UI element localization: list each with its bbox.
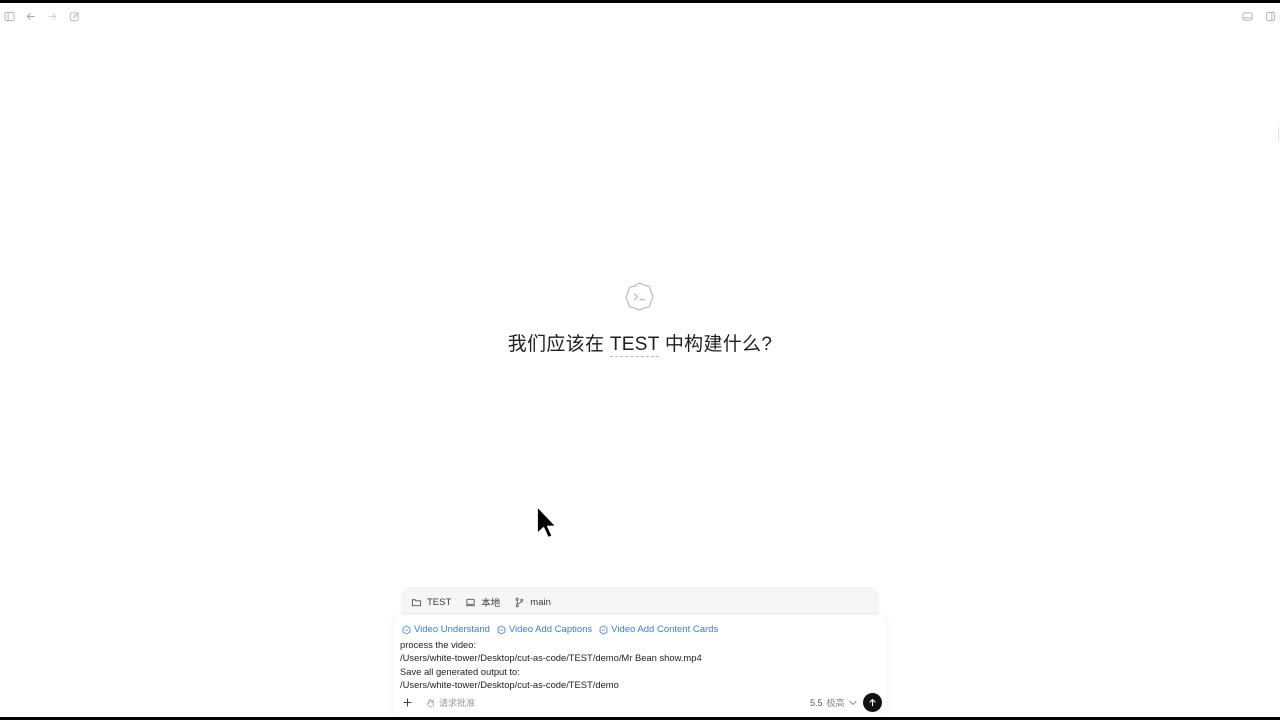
folder-label: TEST — [427, 596, 452, 608]
laptop-icon — [466, 598, 476, 606]
model-selector[interactable]: 5.5 极高 — [810, 696, 857, 709]
branch-label: main — [530, 596, 551, 608]
skills-row: Video Understand Video Add Captions Vide… — [402, 624, 718, 635]
environment-selector[interactable]: 本地 — [465, 595, 500, 609]
layout-icon[interactable] — [1263, 9, 1277, 23]
prompt-input[interactable]: process the video: /Users/white-tower/De… — [400, 638, 870, 692]
new-chat-icon[interactable] — [67, 9, 81, 23]
arrow-up-icon — [869, 698, 876, 707]
model-version: 5.5 — [810, 697, 823, 708]
skill-icon — [599, 624, 608, 635]
context-bar: TEST 本地 main — [401, 587, 879, 617]
prompt-line: /Users/white-tower/Desktop/cut-as-code/T… — [400, 652, 702, 664]
forward-arrow-icon[interactable] — [45, 9, 59, 23]
skill-icon — [402, 624, 411, 635]
chevron-down-icon — [849, 700, 856, 705]
reasoning-effort: 极高 — [826, 698, 845, 708]
plus-icon — [402, 697, 412, 707]
skill-chip[interactable]: Video Add Captions — [497, 624, 592, 635]
prompt-composer[interactable]: Video Understand Video Add Captions Vide… — [393, 615, 887, 717]
back-arrow-icon[interactable] — [23, 9, 37, 23]
skill-label: Video Add Captions — [508, 624, 593, 635]
environment-label: 本地 — [481, 598, 501, 609]
app-window: 我们应该在 TEST 中构建什么? TEST 本地 main Video Und… — [0, 3, 1280, 717]
folder-selector[interactable]: TEST — [411, 597, 451, 608]
prompt-line: Save all generated output to: — [400, 665, 520, 677]
skill-chip[interactable]: Video Add Content Cards — [599, 624, 718, 635]
prompt-line: /Users/white-tower/Desktop/cut-as-code/T… — [400, 679, 619, 691]
skill-label: Video Understand — [414, 624, 490, 635]
title-prefix: 我们应该在 — [507, 334, 610, 355]
panel-icon[interactable] — [1240, 9, 1254, 23]
codex-terminal-icon — [623, 280, 656, 313]
page-title: 我们应该在 TEST 中构建什么? — [0, 329, 1280, 357]
send-button[interactable] — [863, 693, 882, 712]
hand-icon — [427, 698, 435, 707]
title-suffix: 中构建什么? — [659, 334, 773, 355]
sidebar-toggle-icon[interactable] — [2, 9, 16, 23]
branch-selector[interactable]: main — [514, 597, 551, 608]
approval-label: 请求批准 — [439, 698, 476, 708]
add-attachment-button[interactable] — [400, 695, 414, 709]
prompt-line: process the video: — [400, 639, 477, 650]
git-branch-icon — [515, 597, 524, 607]
folder-icon — [411, 598, 422, 606]
skill-icon — [497, 624, 506, 635]
mouse-pointer-icon — [534, 503, 560, 543]
skill-label: Video Add Content Cards — [611, 624, 719, 635]
approval-mode-toggle[interactable]: 请求批准 — [426, 696, 475, 709]
project-name[interactable]: TEST — [609, 334, 660, 357]
skill-chip[interactable]: Video Understand — [402, 624, 490, 635]
